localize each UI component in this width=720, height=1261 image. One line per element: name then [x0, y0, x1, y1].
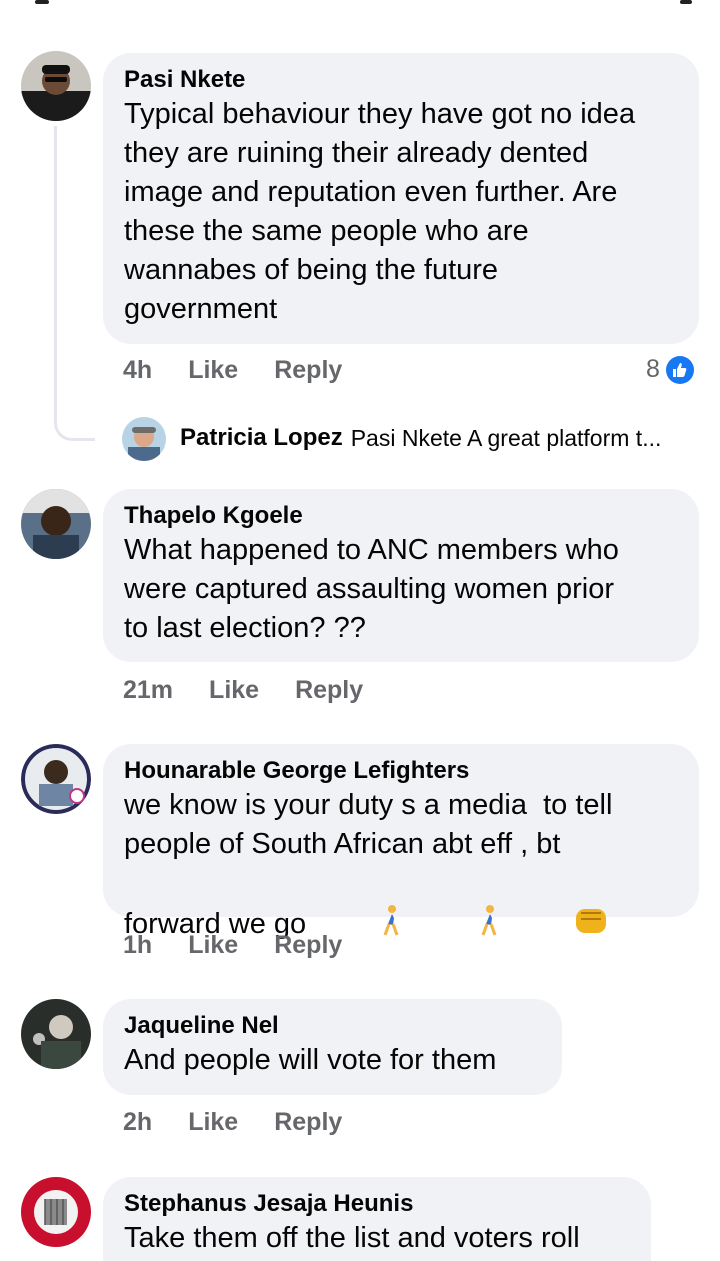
thread-connector-line [54, 126, 95, 441]
reaction-count: 8 [646, 355, 660, 383]
comment-actions: 4h Like Reply [123, 356, 378, 385]
comment-text-line: Take them off the list and voters roll [124, 1222, 580, 1254]
comment-bubble: Stephanus Jesaja Heunis Take them off th… [103, 1177, 651, 1261]
comment-text-line: And people will vote for them [124, 1044, 497, 1076]
comment-author[interactable]: Thapelo Kgoele [124, 501, 679, 531]
comment-timestamp[interactable]: 21m [123, 676, 173, 705]
comment-author[interactable]: Jaqueline Nel [124, 1011, 542, 1041]
comment-actions: 2h Like Reply [123, 1108, 378, 1137]
reply-button[interactable]: Reply [295, 676, 363, 705]
reply-author[interactable]: Patricia Lopez [180, 424, 343, 452]
comment-text-line: people of South African abt eff , bt [124, 828, 561, 860]
avatar[interactable] [21, 489, 91, 559]
like-button[interactable]: Like [188, 1108, 238, 1137]
reply-button[interactable]: Reply [274, 931, 342, 960]
comment-text-line: to last election? ?? [124, 612, 366, 644]
avatar[interactable] [21, 51, 91, 121]
reply-button[interactable]: Reply [274, 356, 342, 385]
person-walking-icon [314, 865, 404, 986]
comment-author[interactable]: Hounarable George Lefighters [124, 756, 679, 786]
reply-text: Pasi Nkete A great platform t... [350, 424, 662, 451]
comment-bubble: Hounarable George Lefighters we know is … [103, 744, 699, 1056]
avatar[interactable] [21, 999, 91, 1069]
comment-author[interactable]: Pasi Nkete [124, 65, 679, 95]
reaction-summary[interactable]: 8 [646, 355, 694, 384]
previous-content-stub [35, 0, 49, 4]
reply-preview[interactable]: Patricia Lopez Pasi Nkete A great platfo… [180, 424, 661, 452]
avatar[interactable] [21, 1177, 91, 1247]
person-walking-icon [413, 865, 503, 986]
comment-bubble: Thapelo Kgoele What happened to ANC memb… [103, 489, 699, 662]
comment-timestamp[interactable]: 2h [123, 1108, 152, 1137]
comment-text-line: these the same people who are [124, 215, 529, 247]
avatar[interactable] [21, 744, 91, 814]
comments-page: Pasi Nkete Typical behaviour they have g… [0, 0, 720, 1261]
comment-text-line: government [124, 293, 278, 325]
comment-text-line: What happened to ANC members who [124, 534, 619, 566]
previous-content-stub [680, 0, 692, 4]
raised-fist-icon [507, 864, 609, 987]
comment-actions: 1h Like Reply [123, 931, 378, 960]
comment-text-line: image and reputation even further. Are [124, 176, 618, 208]
comment-text-line: we know is your duty s a media to tell [124, 789, 613, 821]
like-button[interactable]: Like [209, 676, 259, 705]
comment-text-line: were captured assaulting women prior [124, 573, 615, 605]
reply-button[interactable]: Reply [274, 1108, 342, 1137]
comment-bubble: Pasi Nkete Typical behaviour they have g… [103, 53, 699, 344]
comment-timestamp[interactable]: 4h [123, 356, 152, 385]
comment-text-line: they are ruining their already dented [124, 137, 589, 169]
avatar[interactable] [122, 417, 166, 461]
comment-actions: 21m Like Reply [123, 676, 399, 705]
comment-author[interactable]: Stephanus Jesaja Heunis [124, 1189, 631, 1219]
comment-text-line: Typical behaviour they have got no idea [124, 98, 636, 130]
comment-bubble: Jaqueline Nel And people will vote for t… [103, 999, 562, 1095]
like-thumb-icon [665, 355, 694, 384]
comment-timestamp[interactable]: 1h [123, 931, 152, 960]
like-button[interactable]: Like [188, 356, 238, 385]
comment-text-line: wannabes of being the future [124, 254, 499, 286]
like-button[interactable]: Like [188, 931, 238, 960]
